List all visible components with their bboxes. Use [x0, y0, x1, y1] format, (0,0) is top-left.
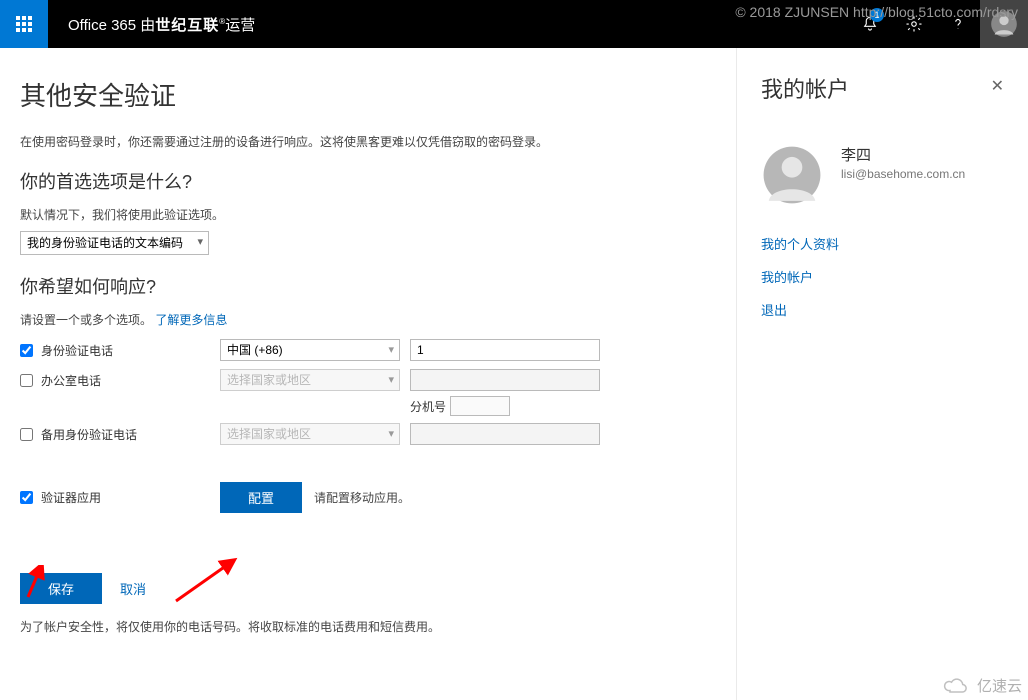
watermark-text: © 2018 ZJUNSEN http://blog.51cto.com/rds… — [735, 4, 1018, 20]
configure-button[interactable]: 配置 — [220, 482, 302, 513]
alt-phone-input[interactable] — [410, 423, 600, 445]
security-footnote: 为了帐户安全性，将仅使用你的电话号码。将收取标准的电话费用和短信费用。 — [20, 618, 716, 635]
cloud-icon — [941, 676, 971, 696]
authenticator-label: 验证器应用 — [41, 489, 101, 506]
app-launcher-button[interactable] — [0, 0, 48, 48]
sign-out-link[interactable]: 退出 — [761, 300, 1004, 319]
how-respond-desc: 请设置一个或多个选项。 了解更多信息 — [20, 311, 716, 328]
user-email: lisi@basehome.com.cn — [841, 167, 965, 181]
auth-phone-input[interactable] — [410, 339, 600, 361]
section-how-respond: 你希望如何响应? — [20, 273, 716, 299]
main-content: 其他安全验证 在使用密码登录时，你还需要通过注册的设备进行响应。这将使黑客更难以… — [0, 48, 736, 700]
user-display-name: 李四 — [841, 144, 965, 165]
my-profile-link[interactable]: 我的个人资料 — [761, 234, 1004, 253]
provider-logo: 亿速云 — [941, 675, 1022, 696]
close-panel-button[interactable]: ✕ — [991, 76, 1004, 96]
configure-note: 请配置移动应用。 — [314, 489, 410, 506]
brand-label: Office 365 由世纪互联®运营 — [68, 14, 255, 35]
intro-text: 在使用密码登录时，你还需要通过注册的设备进行响应。这将使黑客更难以仅凭借窃取的密… — [20, 133, 716, 150]
account-panel: 我的帐户 ✕ 李四 lisi@basehome.com.cn 我的个人资料 我的… — [736, 48, 1028, 700]
annotation-arrow-icon — [20, 565, 50, 601]
auth-phone-label: 身份验证电话 — [41, 342, 113, 359]
office-phone-country-select[interactable]: 选择国家或地区 — [220, 369, 400, 391]
office-phone-label: 办公室电话 — [41, 372, 101, 389]
preferred-option-desc: 默认情况下，我们将使用此验证选项。 — [20, 206, 716, 223]
cancel-link[interactable]: 取消 — [120, 579, 146, 598]
extension-input[interactable] — [450, 396, 510, 416]
learn-more-link[interactable]: 了解更多信息 — [155, 313, 227, 327]
waffle-icon — [16, 16, 32, 32]
section-preferred-option: 你的首选选项是什么? — [20, 168, 716, 194]
alt-phone-label: 备用身份验证电话 — [41, 426, 137, 443]
alt-phone-country-select[interactable]: 选择国家或地区 — [220, 423, 400, 445]
alt-phone-checkbox[interactable] — [20, 428, 33, 441]
auth-phone-country-select[interactable]: 中国 (+86) — [220, 339, 400, 361]
extension-label: 分机号 — [410, 398, 446, 415]
annotation-arrow-icon — [170, 557, 240, 607]
authenticator-checkbox[interactable] — [20, 491, 33, 504]
auth-phone-checkbox[interactable] — [20, 344, 33, 357]
account-panel-title: 我的帐户 — [761, 72, 1004, 104]
preferred-option-select[interactable]: 我的身份验证电话的文本编码 — [20, 231, 209, 255]
office-phone-input[interactable] — [410, 369, 600, 391]
user-avatar-icon — [761, 144, 823, 206]
office-phone-checkbox[interactable] — [20, 374, 33, 387]
page-title: 其他安全验证 — [20, 76, 716, 113]
my-account-link[interactable]: 我的帐户 — [761, 267, 1004, 286]
